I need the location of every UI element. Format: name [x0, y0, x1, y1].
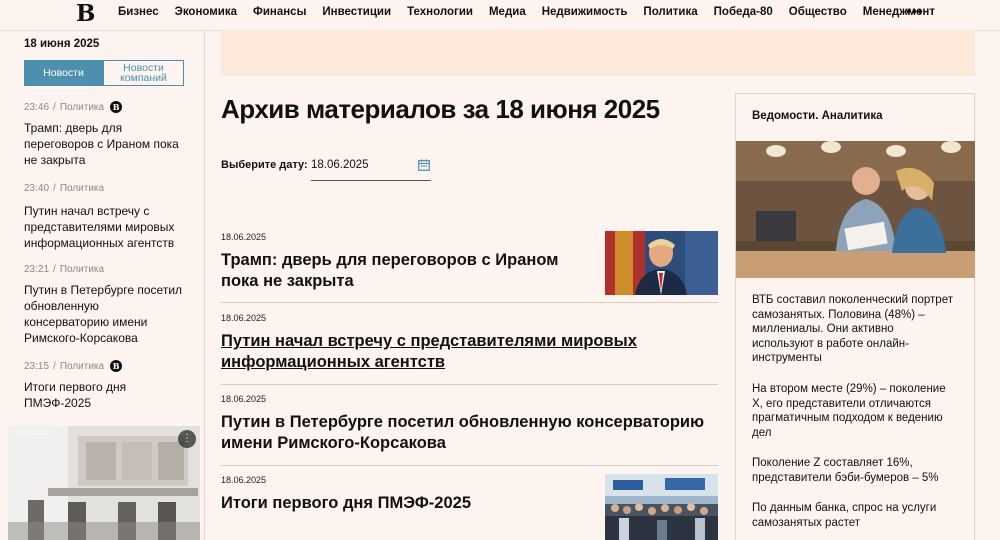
nav-item-management[interactable]: Менеджмент	[863, 6, 935, 18]
nav-item-politics[interactable]: Политика	[643, 6, 697, 18]
analytics-panel: Ведомости. Аналитика ВТБ составил поколе…	[735, 93, 975, 540]
people-laptop-photo	[736, 141, 975, 278]
article-thumbnail[interactable]	[605, 474, 718, 540]
nav-item-real-estate[interactable]: Недвижимость	[542, 6, 628, 18]
feed-tabs: Новости Новости компаний	[24, 60, 184, 86]
feed-item[interactable]: 23:46 / Политика В Трамп: дверь для пере…	[24, 100, 184, 168]
article-date: 18.06.2025	[221, 394, 267, 404]
tab-news[interactable]: Новости	[24, 60, 103, 86]
advertisement[interactable]: РЕКЛАМА ⋮	[8, 426, 200, 540]
archive-article[interactable]: 18.06.2025 Путин начал встречу с предста…	[221, 313, 718, 373]
tab-company-news[interactable]: Новости компаний	[103, 60, 184, 86]
article-thumbnail[interactable]	[605, 231, 718, 295]
feed-time: 23:46	[24, 101, 50, 113]
article-title[interactable]: Трамп: дверь для переговоров с Ираном по…	[221, 250, 581, 292]
feed-time: 23:40	[24, 182, 50, 194]
feed-item[interactable]: 23:40 / Политика Путин начал встречу с п…	[24, 181, 184, 251]
feed-rubric[interactable]: Политика	[60, 102, 104, 113]
feed-time: 23:15	[24, 360, 50, 372]
feed-date: 18 июня 2025	[24, 38, 100, 50]
analytics-paragraph: На втором месте (29%) – поколение X, его…	[752, 383, 946, 439]
nav-item-investments[interactable]: Инвестиции	[322, 6, 391, 18]
feed-title[interactable]: Путин начал встречу с представителями ми…	[24, 203, 184, 251]
nav-item-economy[interactable]: Экономика	[175, 6, 237, 18]
date-picker-label: Выберите дату:	[221, 159, 308, 171]
section-nav: Бизнес Экономика Финансы Инвестиции Техн…	[118, 6, 951, 18]
nav-item-society[interactable]: Общество	[789, 6, 847, 18]
nav-item-finance[interactable]: Финансы	[253, 6, 306, 18]
nav-item-victory-80[interactable]: Победа-80	[714, 6, 773, 18]
archive-article[interactable]: 18.06.2025 Путин в Петербурге посетил об…	[221, 394, 718, 454]
ad-image-kitchen	[8, 426, 200, 540]
analytics-paragraph: ВТБ составил поколенческий портрет самоз…	[752, 294, 953, 364]
analytics-title[interactable]: Ведомости. Аналитика	[752, 110, 882, 122]
date-picker-input[interactable]: 18.06.2025	[311, 150, 431, 181]
ad-label: РЕКЛАМА	[14, 430, 51, 437]
article-divider	[221, 302, 718, 303]
analytics-paragraph: По данным банка, спрос на услуги самозан…	[752, 502, 937, 529]
nav-item-media[interactable]: Медиа	[489, 6, 526, 18]
vedomosti-logo[interactable]: В	[76, 2, 96, 26]
feed-meta: 23:40 / Политика	[24, 181, 184, 195]
article-divider	[221, 465, 718, 466]
feed-item[interactable]: 23:15 / Политика В Итоги первого дня ПМЭ…	[24, 359, 184, 411]
more-menu-icon[interactable]: •••	[906, 3, 924, 19]
article-date: 18.06.2025	[221, 313, 267, 323]
feed-title[interactable]: Трамп: дверь для переговоров с Ираном по…	[24, 120, 184, 168]
forum-crowd-photo	[605, 474, 718, 540]
article-title[interactable]: Итоги первого дня ПМЭФ-2025	[221, 493, 581, 514]
vedomosti-badge-icon: В	[110, 101, 123, 113]
article-title[interactable]: Путин в Петербурге посетил обновленную к…	[221, 412, 718, 454]
feed-meta: 23:46 / Политика В	[24, 100, 184, 114]
feed-meta: 23:21 / Политика	[24, 262, 184, 276]
news-feed-sidebar: 18 июня 2025 Новости Новости компаний 23…	[0, 30, 205, 540]
ad-banner	[221, 30, 975, 76]
nav-item-business[interactable]: Бизнес	[118, 6, 159, 18]
trump-photo	[605, 231, 718, 295]
feed-rubric[interactable]: Политика	[60, 361, 104, 372]
analytics-paragraph: Поколение Z составляет 16%, представител…	[752, 457, 939, 484]
meta-separator: /	[53, 182, 56, 194]
analytics-photo	[736, 141, 975, 278]
meta-separator: /	[53, 101, 56, 113]
meta-separator: /	[53, 263, 56, 275]
feed-rubric[interactable]: Политика	[60, 264, 104, 275]
meta-separator: /	[53, 360, 56, 372]
article-divider	[221, 384, 718, 385]
ad-options-icon[interactable]: ⋮	[178, 430, 196, 448]
article-title[interactable]: Путин начал встречу с представителями ми…	[221, 331, 718, 373]
calendar-icon[interactable]	[418, 159, 430, 171]
vedomosti-badge-icon: В	[110, 360, 123, 372]
feed-meta: 23:15 / Политика В	[24, 359, 184, 373]
nav-item-technology[interactable]: Технологии	[407, 6, 473, 18]
feed-rubric[interactable]: Политика	[60, 183, 104, 194]
feed-time: 23:21	[24, 263, 50, 275]
page-title: Архив материалов за 18 июня 2025	[221, 94, 660, 124]
feed-title[interactable]: Путин в Петербурге посетил обновленную к…	[24, 282, 184, 346]
feed-item[interactable]: 23:21 / Политика Путин в Петербурге посе…	[24, 262, 184, 346]
top-navigation: В Бизнес Экономика Финансы Инвестиции Те…	[0, 0, 1000, 31]
feed-title[interactable]: Итоги первого дня ПМЭФ-2025	[24, 379, 184, 411]
